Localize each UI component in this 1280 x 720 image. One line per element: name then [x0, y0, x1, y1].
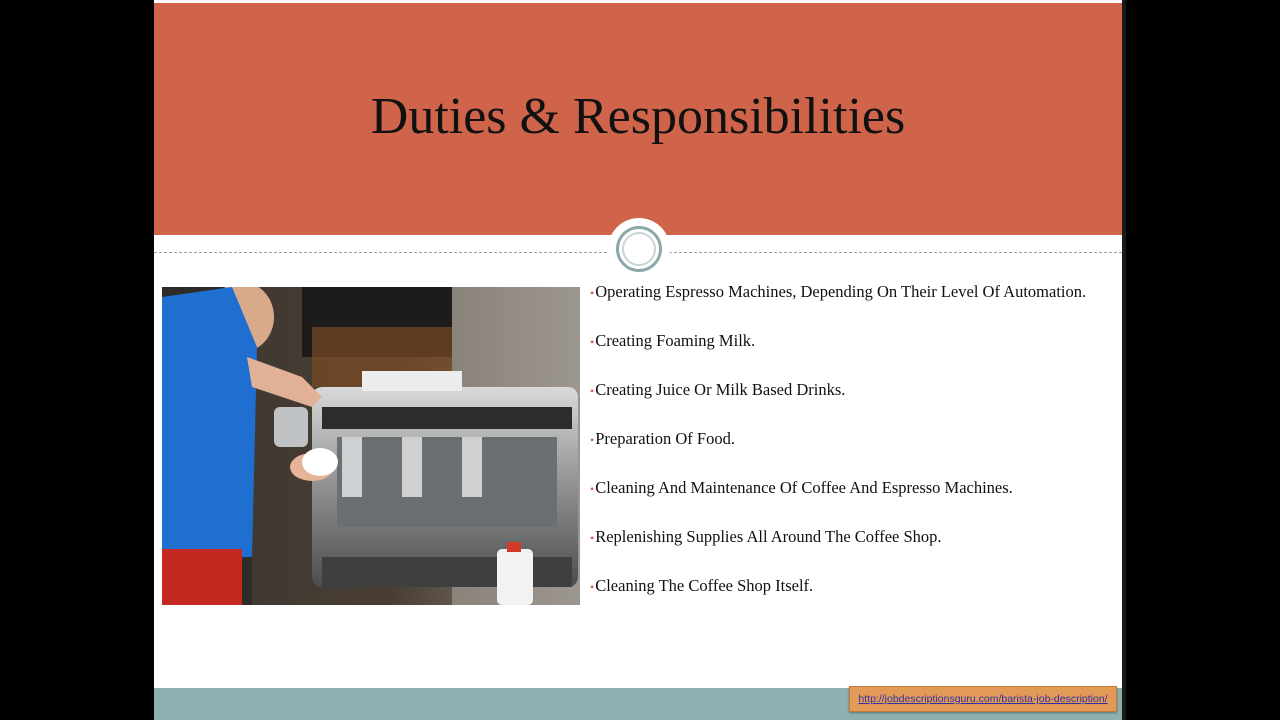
list-item: •Preparation Of Food. — [590, 429, 735, 448]
source-link[interactable]: http://jobdescriptionsguru.com/barista-j… — [858, 693, 1107, 705]
bullet-icon: • — [590, 580, 595, 594]
list-item: •Creating Juice Or Milk Based Drinks. — [590, 380, 846, 399]
bullet-icon: • — [590, 286, 595, 300]
window-edge — [1122, 0, 1126, 720]
source-link-box[interactable]: http://jobdescriptionsguru.com/barista-j… — [849, 686, 1117, 712]
bullet-icon: • — [590, 482, 595, 496]
list-item: •Operating Espresso Machines, Depending … — [590, 282, 1087, 301]
list-item: •Replenishing Supplies All Around The Co… — [590, 527, 942, 546]
bullet-icon: • — [590, 335, 595, 349]
barista-espresso-photo — [162, 287, 580, 605]
bullet-icon: • — [590, 433, 595, 447]
bullet-icon: • — [590, 384, 595, 398]
bullet-icon: • — [590, 531, 595, 545]
list-item: •Creating Foaming Milk. — [590, 331, 756, 350]
circle-ornament-icon — [608, 218, 670, 280]
title-band: Duties & Responsibilities — [154, 3, 1122, 235]
slide-title: Duties & Responsibilities — [370, 88, 906, 145]
duties-list: •Operating Espresso Machines, Depending … — [590, 282, 1110, 625]
list-item: •Cleaning And Maintenance Of Coffee And … — [590, 478, 1013, 497]
slide: Duties & Responsibilities •Operating Esp… — [154, 0, 1122, 720]
photo-illustration — [162, 287, 580, 605]
list-item: •Cleaning The Coffee Shop Itself. — [590, 576, 814, 595]
